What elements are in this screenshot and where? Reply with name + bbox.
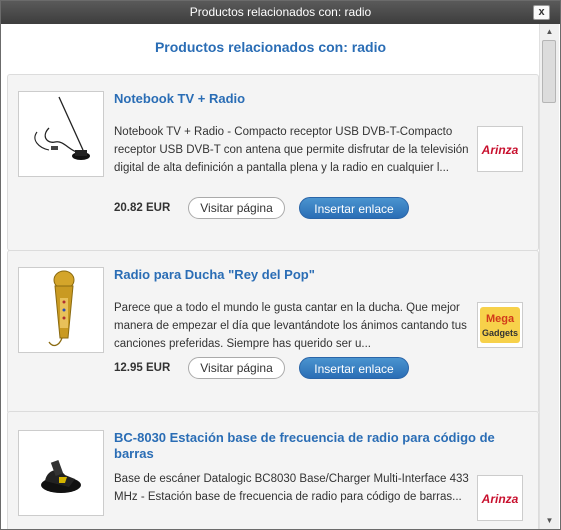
related-products-dialog: Productos relacionados con: radio x Prod… xyxy=(0,0,561,530)
gold-microphone-icon xyxy=(48,270,75,347)
insert-link-button[interactable]: Insertar enlace xyxy=(299,197,409,219)
product-description: Parece que a todo el mundo le gusta cant… xyxy=(114,302,467,350)
insert-link-button[interactable]: Insertar enlace xyxy=(299,357,409,379)
mega-gadgets-logo: Mega Gadgets xyxy=(480,307,520,343)
window-title: Productos relacionados con: radio xyxy=(189,5,372,19)
product-price: 20.82 EUR xyxy=(114,202,171,214)
product-card: BC-8030 Estación base de frecuencia de r… xyxy=(7,411,539,529)
product-card: Notebook TV + Radio Notebook TV + Radio … xyxy=(7,74,539,251)
product-title[interactable]: BC-8030 Estación base de frecuencia de r… xyxy=(114,430,519,462)
product-description: Base de escáner Datalogic BC8030 Base/Ch… xyxy=(114,473,469,503)
scroll-down-arrow-icon[interactable]: ▼ xyxy=(542,515,557,527)
dialog-content: Productos relacionados con: radio Notebo… xyxy=(2,24,539,529)
scrollbar-thumb[interactable] xyxy=(542,40,556,103)
brand-logo: Mega Gadgets xyxy=(477,302,523,348)
product-title[interactable]: Radio para Ducha "Rey del Pop" xyxy=(114,267,519,283)
visit-page-button[interactable]: Visitar página xyxy=(188,197,285,219)
brand-logo: Arinza xyxy=(477,475,523,521)
close-button[interactable]: x xyxy=(533,5,550,20)
brand-logo: Arinza xyxy=(477,126,523,172)
visit-page-button[interactable]: Visitar página xyxy=(188,357,285,379)
product-image xyxy=(18,430,104,516)
product-image xyxy=(18,91,104,177)
barcode-scanner-base-icon xyxy=(41,460,81,493)
arinza-logo: Arinza xyxy=(481,143,519,157)
svg-text:Gadgets: Gadgets xyxy=(482,328,518,338)
svg-text:Mega: Mega xyxy=(486,313,515,325)
product-image xyxy=(18,267,104,353)
svg-text:Arinza: Arinza xyxy=(481,492,519,506)
product-description: Notebook TV + Radio - Compacto receptor … xyxy=(114,126,469,174)
svg-text:Arinza: Arinza xyxy=(481,143,519,157)
usb-dvb-t-antenna-icon xyxy=(34,96,90,160)
vertical-scrollbar[interactable]: ▲ ▼ xyxy=(539,24,559,529)
product-price: 12.95 EUR xyxy=(114,362,171,374)
product-card: Radio para Ducha "Rey del Pop" Parece qu… xyxy=(7,250,539,414)
scroll-up-arrow-icon[interactable]: ▲ xyxy=(542,26,557,38)
window-titlebar: Productos relacionados con: radio x xyxy=(1,1,560,24)
page-title: Productos relacionados con: radio xyxy=(154,39,387,55)
arinza-logo: Arinza xyxy=(481,492,519,506)
product-title[interactable]: Notebook TV + Radio xyxy=(114,91,519,107)
